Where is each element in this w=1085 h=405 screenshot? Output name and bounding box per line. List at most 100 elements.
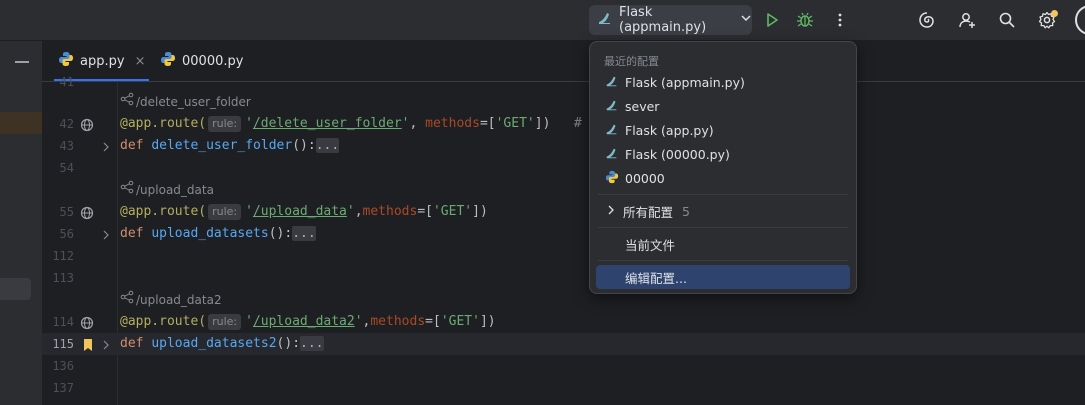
function-name: upload_datasets <box>151 226 269 241</box>
code-line: 137 <box>42 377 1085 399</box>
folded-code[interactable]: ... <box>300 336 324 351</box>
divider <box>598 227 848 228</box>
code-line: 114 @app.route(rule: '/upload_data2',meth… <box>42 311 1085 333</box>
flask-icon <box>605 146 619 163</box>
config-item-flask-app[interactable]: Flask (app.py) <box>596 118 850 142</box>
config-item-sever[interactable]: sever <box>596 94 850 118</box>
parameter-hint: rule: <box>208 314 242 330</box>
config-item-flask-appmain[interactable]: Flask (appmain.py) <box>596 70 850 94</box>
line-number: 112 <box>52 249 74 263</box>
line-number: 137 <box>52 381 74 395</box>
globe-icon[interactable] <box>80 315 94 330</box>
close-icon[interactable]: × <box>135 54 146 69</box>
function-name: delete_user_folder <box>151 138 293 153</box>
line-number: 136 <box>52 359 74 373</box>
ai-assistant-icon[interactable] <box>915 8 939 32</box>
line-number: 115 <box>52 337 74 351</box>
bookmark-icon[interactable] <box>82 337 96 351</box>
config-item-00000[interactable]: 00000 <box>596 166 850 190</box>
line-number: 55 <box>59 205 74 219</box>
config-label: Flask (appmain.py) <box>625 74 745 90</box>
add-user-icon[interactable] <box>955 8 979 32</box>
run-icon[interactable] <box>760 8 784 32</box>
edit-configurations-item[interactable]: 编辑配置... <box>596 265 850 289</box>
parameter-hint: rule: <box>208 204 242 220</box>
code-line: /upload_data2 <box>42 289 1085 311</box>
python-file-icon <box>58 51 74 71</box>
globe-icon[interactable] <box>80 117 94 132</box>
chevron-right-icon[interactable] <box>99 337 113 351</box>
chevron-right-icon[interactable] <box>99 227 113 241</box>
line-number: 114 <box>52 315 74 329</box>
project-tree-selection[interactable] <box>0 278 31 300</box>
search-icon[interactable] <box>995 8 1019 32</box>
code-line: 56 def upload_datasets():... <box>42 223 1085 245</box>
divider <box>598 260 848 261</box>
code-line-current: 115 def upload_datasets2():... <box>42 333 1085 355</box>
line-number: 41 <box>59 75 74 89</box>
title-bar: Flask (appmain.py) <box>0 0 1085 41</box>
all-configs-label: 所有配置 <box>623 204 674 220</box>
flask-icon <box>605 98 619 115</box>
chevron-down-icon <box>740 12 752 28</box>
config-label: sever <box>625 98 660 114</box>
hint-text: /upload_data <box>136 183 214 197</box>
line-number: 43 <box>59 139 74 153</box>
config-label: 00000 <box>625 170 665 186</box>
config-label: Flask (00000.py) <box>625 146 730 162</box>
tab-label: 00000.py <box>182 53 244 69</box>
chevron-right-icon <box>605 204 617 219</box>
minimize-icon[interactable] <box>15 61 29 63</box>
run-configuration-selector[interactable]: Flask (appmain.py) <box>589 5 752 35</box>
python-icon <box>605 170 619 187</box>
parameter-hint: rule: <box>208 116 242 132</box>
decorator: @app.route( <box>120 204 207 219</box>
line-number: 56 <box>59 227 74 241</box>
flask-icon <box>597 10 613 30</box>
code-line: 42 @app.route(rule: '/delete_user_folder'… <box>42 113 1085 135</box>
project-tree-highlight <box>0 112 42 134</box>
run-configuration-label: Flask (appmain.py) <box>619 5 707 35</box>
flask-icon <box>605 74 619 91</box>
recent-configs-header: 最近的配置 <box>604 55 659 68</box>
code-line: 112 <box>42 245 1085 267</box>
code-line: 55 @app.route(rule: '/upload_data',method… <box>42 201 1085 223</box>
route-path[interactable]: /upload_data <box>253 204 347 219</box>
endpoint-hint[interactable]: /delete_user_folder <box>120 91 251 113</box>
run-configuration-popup: 最近的配置 Flask (appmain.py) sever Flask (ap… <box>589 41 857 294</box>
route-path[interactable]: /upload_data2 <box>253 314 355 329</box>
hint-text: /upload_data2 <box>136 293 222 307</box>
code-line: 136 <box>42 355 1085 377</box>
endpoint-hint[interactable]: /upload_data <box>120 179 214 201</box>
line-number: 42 <box>59 117 74 131</box>
share-icon <box>120 289 134 311</box>
python-file-icon <box>160 51 176 71</box>
avatar[interactable] <box>1075 5 1085 35</box>
config-count: 5 <box>682 203 690 219</box>
code-line: /upload_data <box>42 179 1085 201</box>
all-configurations-item[interactable]: 所有配置 5 <box>596 199 850 223</box>
folded-code[interactable]: ... <box>315 138 340 153</box>
globe-icon[interactable] <box>80 205 94 220</box>
tab-label: app.py <box>80 53 125 69</box>
decorator: @app.route( <box>120 314 207 329</box>
folded-code[interactable]: ... <box>292 226 316 241</box>
line-number: 113 <box>52 271 74 285</box>
chevron-right-icon[interactable] <box>99 139 113 153</box>
config-item-flask-00000[interactable]: Flask (00000.py) <box>596 142 850 166</box>
config-label: Flask (app.py) <box>625 122 714 138</box>
code-line: 113 <box>42 267 1085 289</box>
flask-icon <box>605 122 619 139</box>
route-path[interactable]: /delete_user_folder <box>253 116 402 131</box>
current-file-label: 当前文件 <box>625 237 676 253</box>
share-icon <box>120 179 134 201</box>
notification-dot <box>1051 10 1058 17</box>
code-line: /delete_user_folder <box>42 91 1085 113</box>
more-icon[interactable] <box>828 8 852 32</box>
debug-icon[interactable] <box>793 8 817 32</box>
endpoint-hint[interactable]: /upload_data2 <box>120 289 222 311</box>
code-editor[interactable]: 41 /delete_user_folder 42 @app.route(rul… <box>42 75 1085 405</box>
current-file-item[interactable]: 当前文件 <box>596 232 850 256</box>
left-tool-strip <box>0 41 42 405</box>
edit-configs-label: 编辑配置... <box>625 270 687 286</box>
